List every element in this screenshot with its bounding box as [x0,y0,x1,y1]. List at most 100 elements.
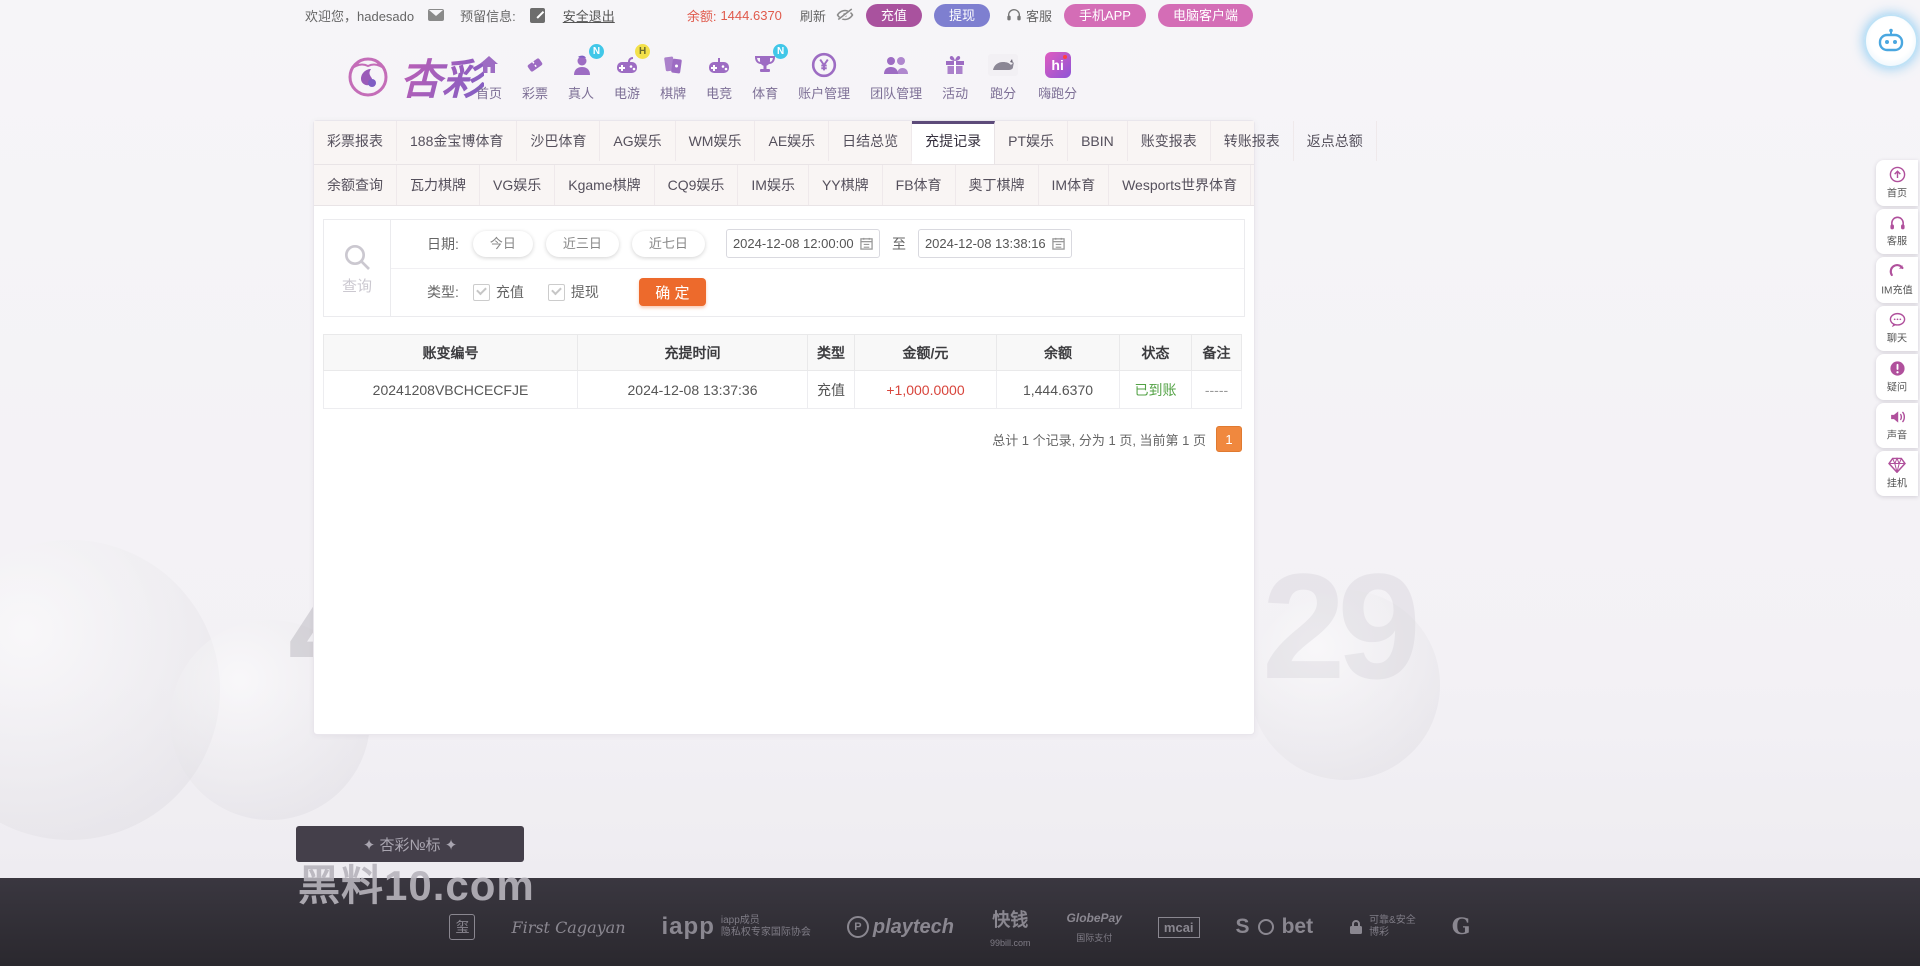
confirm-button[interactable]: 确 定 [638,278,706,307]
nav-item-paofen[interactable]: 跑分 [978,50,1028,102]
lock-icon [1350,920,1363,934]
deposit-checkbox[interactable] [472,283,490,301]
logout-link[interactable]: 安全退出 [563,6,615,25]
to-label: 至 [891,235,906,252]
rhino-logo-icon [988,54,1019,76]
nav-item-lottery[interactable]: 彩票 [512,50,558,102]
eye-off-icon[interactable] [836,8,854,22]
gem-icon [1888,457,1906,473]
sidebar-item-im-recharge[interactable]: IM充值 [1876,257,1918,303]
tab-ae[interactable]: AE娱乐 [755,121,830,161]
partner-gamcare-logo: G [1451,914,1471,940]
tab-account-change-report[interactable]: 账变报表 [1128,121,1211,161]
tab-pt[interactable]: PT娱乐 [995,121,1069,161]
cell-balance: 1,444.6370 [996,370,1120,409]
tab-lottery-report[interactable]: 彩票报表 [314,121,397,161]
cell-amount: +1,000.0000 [854,370,997,409]
query-label: 查询 [341,277,372,295]
arrow-up-circle-icon [1889,166,1905,183]
nav-item-home[interactable]: 首页 [466,50,512,102]
nav-item-esports[interactable]: 电竞 [696,50,742,102]
quick-7days-button[interactable]: 近七日 [631,230,705,257]
pagination: 总计 1 个记录, 分为 1 页, 当前第 1 页 1 [314,426,1242,452]
tab-transfer-report[interactable]: 转账报表 [1211,121,1294,161]
calendar-icon[interactable] [860,237,873,250]
deposit-button[interactable]: 充值 [865,3,922,27]
type-label: 类型: [427,284,459,301]
tab-vg[interactable]: VG娱乐 [480,165,556,205]
tab-rebate-total[interactable]: 返点总额 [1294,121,1377,161]
nav-item-promotions[interactable]: 活动 [932,50,978,102]
assistant-button[interactable] [1864,14,1918,68]
query-box: 查询 日期: 今日 近三日 近七日 2024-12-08 12:00:00 至 … [323,219,1245,317]
sidebar-item-service[interactable]: 客服 [1876,209,1918,254]
nav-item-hi-paofen[interactable]: hi 嗨跑分 [1028,50,1087,102]
calendar-icon[interactable] [1052,237,1065,250]
sidebar-item-question[interactable]: 疑问 [1876,354,1918,400]
records-table: 账变编号 充提时间 类型 金额/元 余额 状态 备注 20241208VBCHC… [323,334,1242,409]
nav-item-sports[interactable]: N 体育 [742,44,789,102]
tab-188-sport[interactable]: 188金宝博体育 [397,121,518,161]
balance-label: 余额: [686,8,717,24]
refresh-button[interactable]: 刷新 [800,6,826,25]
customer-service-link[interactable]: 客服 [1006,6,1052,25]
nav-item-team[interactable]: 团队管理 [860,50,932,102]
site-logo[interactable]: 杏彩 [344,46,484,107]
tab-wali-chess[interactable]: 瓦力棋牌 [397,165,480,205]
tab-deposit-withdraw-records[interactable]: 充提记录 [912,121,996,164]
site-watermark: 黑料10.com [298,862,535,909]
col-balance: 余额 [996,334,1120,371]
page-1-button[interactable]: 1 [1216,426,1242,452]
pc-client-button[interactable]: 电脑客户端 [1157,3,1253,27]
sidebar-item-home[interactable]: 首页 [1876,160,1918,206]
edit-icon[interactable] [529,7,545,23]
tab-daily-summary[interactable]: 日结总览 [829,121,913,161]
tab-fb-sport[interactable]: FB体育 [883,165,956,205]
withdraw-checkbox[interactable] [547,283,565,301]
tab-im-sport[interactable]: IM体育 [1039,165,1110,205]
headset-icon [1007,9,1021,21]
sidebar-item-chat[interactable]: 聊天 [1876,306,1918,351]
tab-balance-query[interactable]: 余额查询 [314,165,397,205]
partner-first-cagayan-logo: First Cagayan [511,917,626,937]
nav-item-slots[interactable]: H 电游 [604,44,651,102]
mobile-app-button[interactable]: 手机APP [1063,3,1146,27]
cell-memo: ----- [1191,370,1242,409]
partner-sbet-logo: Sbet [1235,915,1314,938]
reserved-info-label: 预留信息: [460,8,516,24]
pagination-summary: 总计 1 个记录, 分为 1 页, 当前第 1 页 [992,432,1206,448]
gift-icon [946,56,965,74]
esports-gamepad-icon [709,58,730,73]
mail-icon[interactable] [428,9,445,21]
tab-kgame[interactable]: Kgame棋牌 [555,165,655,205]
footer: 玺 First Cagayan iapp iapp成员 隐私权专家国际协会 Ppl… [0,878,1920,966]
tab-wm[interactable]: WM娱乐 [676,121,756,161]
sidebar-item-afk[interactable]: 挂机 [1876,451,1918,496]
quick-3days-button[interactable]: 近三日 [545,230,619,257]
badge-n: N [773,44,789,59]
withdraw-checkbox-label: 提现 [570,284,599,301]
date-to-input[interactable]: 2024-12-08 13:38:16 [917,229,1072,259]
decor-digit-right: 29 [1262,542,1421,710]
team-icon [884,57,909,74]
date-from-input[interactable]: 2024-12-08 12:00:00 [725,229,880,259]
robot-icon [1878,28,1904,52]
tab-im-casino[interactable]: IM娱乐 [738,165,809,205]
cell-status: 已到账 [1119,370,1192,409]
cell-time: 2024-12-08 13:37:36 [577,370,808,409]
nav-item-account[interactable]: 账户管理 [788,50,860,102]
sidebar-item-sound[interactable]: 声音 [1876,403,1918,448]
tab-shaba-sport[interactable]: 沙巴体育 [517,121,601,161]
nav-item-card-games[interactable]: 棋牌 [650,50,696,102]
tab-aoding-chess[interactable]: 奥丁棋牌 [956,165,1039,205]
speaker-icon [1890,411,1905,423]
tab-ag[interactable]: AG娱乐 [600,121,676,161]
tab-yy-chess[interactable]: YY棋牌 [809,165,883,205]
nav-item-live-casino[interactable]: N 真人 [558,44,605,102]
tab-bbin[interactable]: BBIN [1068,121,1128,161]
quick-today-button[interactable]: 今日 [472,230,533,257]
coin-icon [811,52,837,78]
withdraw-button[interactable]: 提现 [933,3,990,27]
tab-wesports[interactable]: Wesports世界体育 [1109,165,1251,205]
tab-cq9[interactable]: CQ9娱乐 [655,165,739,205]
